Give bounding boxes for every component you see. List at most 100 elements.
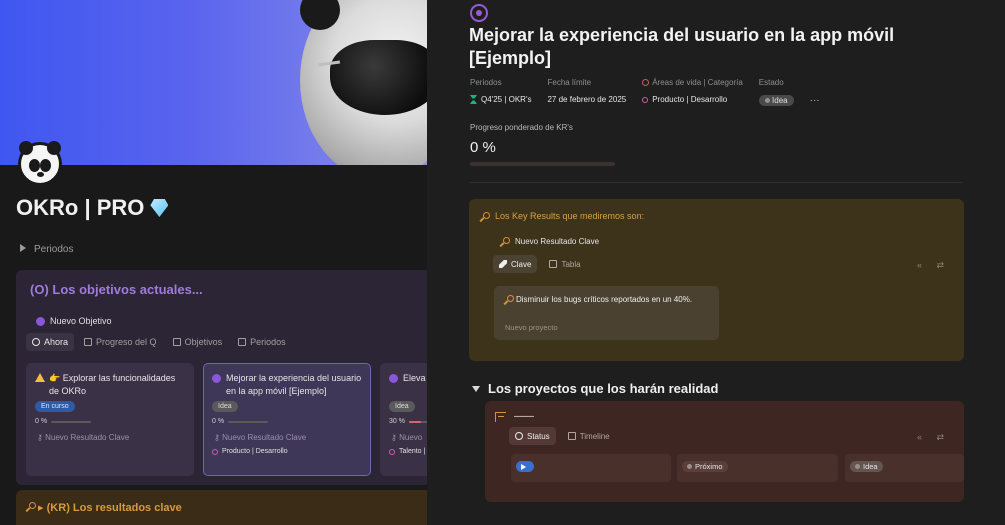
panda-eye-icon (29, 159, 40, 172)
toggle-triangle-icon[interactable] (20, 244, 26, 252)
kr-box-header: Los Key Results que mediremos son: (480, 211, 644, 221)
status-dot-icon (855, 464, 860, 469)
toggle-triangle-icon[interactable] (472, 385, 480, 392)
properties-row: Periodos Q4'25 | OKR's Fecha límite 27 d… (470, 78, 820, 106)
tab-timeline[interactable]: Timeline (562, 427, 616, 445)
cover-image[interactable] (0, 0, 427, 165)
card-title-text: Eleva en los [Ejem (403, 373, 427, 383)
tab-periodos[interactable]: Periodos (232, 333, 292, 351)
projects-db-title[interactable]: —— (514, 411, 534, 422)
tab-label: Periodos (250, 337, 286, 347)
view-controls[interactable]: « ⇄ (917, 432, 950, 443)
tab-status[interactable]: Status (509, 427, 556, 445)
prop-value[interactable]: Producto | Desarrollo (642, 95, 743, 104)
tab-progreso[interactable]: Progreso del Q (78, 333, 163, 351)
board-column[interactable]: Idea (845, 454, 964, 482)
category-tag: Producto | Desarrollo (212, 448, 288, 455)
objective-icon (212, 374, 221, 383)
tab-clave[interactable]: Clave (493, 255, 538, 273)
category-tag: Talento | (389, 448, 425, 455)
kr-callout[interactable]: ▸ (KR) Los resultados clave (16, 490, 427, 525)
tab-tabla[interactable]: Tabla (543, 255, 586, 273)
column-label: Idea (863, 462, 878, 471)
progress-indicator: 30 % (389, 418, 427, 425)
card-title: 👉 Explorar las funcionalidades de OKRo (35, 372, 185, 398)
view-controls[interactable]: « ⇄ (917, 260, 950, 271)
kr-card-title: Disminuir los bugs críticos reportados e… (504, 293, 711, 306)
progress-indicator: 0 % (35, 418, 92, 425)
tab-ahora[interactable]: Ahora (26, 333, 75, 351)
status-dot-icon (687, 464, 692, 469)
status-chip: Idea (850, 461, 883, 472)
kr-card[interactable]: Disminuir los bugs críticos reportados e… (494, 286, 719, 340)
tab-label: Status (527, 431, 550, 441)
category-text: Talento | (399, 448, 426, 455)
page-title: OKRo | PRO (16, 195, 169, 221)
tab-label: Ahora (44, 337, 69, 347)
progress-label: Progreso ponderado de KR's (470, 123, 573, 132)
progress-text: 0 % (212, 418, 225, 425)
new-objective-button[interactable]: Nuevo Objetivo (30, 312, 118, 330)
prop-value-text: Producto | Desarrollo (652, 95, 728, 104)
tab-label: Progreso del Q (96, 337, 157, 347)
list-icon (172, 338, 181, 346)
objective-card[interactable]: Eleva en los [Ejem Idea 30 % ⚷ Nuevo Tal… (380, 363, 427, 476)
key-icon (504, 295, 514, 304)
tab-label: Clave (511, 259, 532, 269)
panda-icon[interactable] (18, 141, 62, 186)
progress-bar (408, 420, 427, 423)
prop-value[interactable]: 27 de febrero de 2025 (547, 95, 626, 104)
objective-icon (36, 316, 45, 326)
kr-callout-title-text: (KR) Los resultados clave (46, 502, 182, 514)
kr-callout-title: ▸ (KR) Los resultados clave (26, 501, 182, 514)
objective-icon (389, 374, 398, 383)
projects-callout-box: —— Status Timeline « ⇄ Próximo Idea (485, 401, 964, 502)
objective-card[interactable]: 👉 Explorar las funcionalidades de OKRo E… (26, 363, 194, 476)
page-title-text: OKRo | PRO (16, 195, 145, 220)
progress-text: 30 % (389, 418, 405, 425)
progress-bar (228, 420, 269, 423)
periodos-toggle[interactable]: Periodos (20, 244, 73, 255)
status-dot-icon (764, 98, 770, 103)
kr-link[interactable]: ⚷ Nuevo (391, 433, 422, 442)
kr-link[interactable]: ⚷ Nuevo Resultado Clave (214, 433, 306, 442)
card-title: Mejorar la experiencia del usuario en la… (212, 372, 362, 398)
projects-heading[interactable]: Los proyectos que los harán realidad (472, 381, 718, 396)
prop-label: Fecha límite (547, 78, 592, 87)
prop-fecha[interactable]: Fecha límite 27 de febrero de 2025 (547, 78, 626, 106)
status-badge: En curso (35, 401, 75, 412)
prop-periodos[interactable]: Periodos Q4'25 | OKR's (470, 78, 531, 106)
new-kr-label: Nuevo Resultado Clave (515, 237, 600, 246)
objective-title[interactable]: Mejorar la experiencia del usuario en la… (469, 24, 939, 70)
toggle-label: Periodos (34, 244, 74, 255)
category-icon (389, 448, 395, 455)
warning-icon (35, 373, 45, 382)
target-icon[interactable] (470, 4, 488, 22)
prop-value[interactable]: Q4'25 | OKR's (470, 95, 531, 104)
objective-card[interactable]: Mejorar la experiencia del usuario en la… (203, 363, 371, 476)
kr-card-project[interactable]: Nuevo proyecto (505, 323, 558, 332)
category-text: Producto | Desarrollo (222, 448, 288, 455)
prop-label: Estado (758, 78, 784, 87)
projects-heading-text: Los proyectos que los harán realidad (488, 381, 719, 396)
progress-bar (470, 162, 615, 166)
prop-areas[interactable]: Áreas de vida | Categoría Producto | Des… (642, 78, 743, 106)
prop-value[interactable]: Idea (758, 95, 794, 106)
more-properties-button[interactable]: ··· (810, 95, 820, 106)
board-column[interactable] (511, 454, 671, 482)
tab-objetivos[interactable]: Objetivos (167, 333, 229, 351)
new-objective-label: Nuevo Objetivo (50, 316, 112, 326)
projects-view-tabs: Status Timeline (509, 427, 616, 445)
kr-link-text: Nuevo Resultado Clave (222, 433, 307, 442)
board-column[interactable]: Próximo (677, 454, 838, 482)
panda-nose-icon (37, 172, 44, 177)
prop-value-text: Q4'25 | OKR's (481, 95, 532, 104)
tab-label: Tabla (561, 259, 581, 269)
new-kr-button[interactable]: Nuevo Resultado Clave (500, 237, 599, 246)
tab-label: Timeline (579, 431, 610, 441)
prop-estado[interactable]: Estado Idea (758, 78, 794, 106)
kr-link[interactable]: ⚷ Nuevo Resultado Clave (37, 433, 129, 442)
table-icon (549, 260, 558, 268)
card-title: Eleva en los [Ejem (389, 372, 427, 385)
status-text: Idea (772, 96, 788, 105)
